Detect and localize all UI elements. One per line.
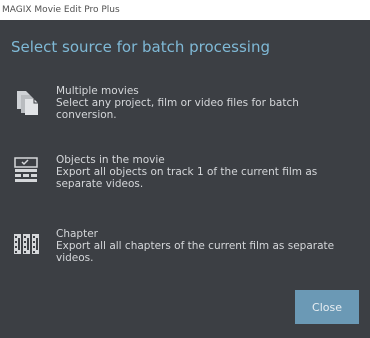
batch-source-dialog: Select source for batch processing Multi… <box>0 20 370 338</box>
option-description: Export all all chapters of the current f… <box>56 240 335 264</box>
option-objects-in-movie[interactable]: Objects in the movie Export all objects … <box>11 151 361 211</box>
multiple-files-icon <box>11 85 43 117</box>
window-title: MAGIX Movie Edit Pro Plus <box>0 0 370 20</box>
option-title: Objects in the movie <box>56 154 165 166</box>
option-title: Chapter <box>56 228 98 240</box>
objects-track-icon <box>11 154 43 186</box>
option-title: Multiple movies <box>56 85 139 97</box>
option-description: Select any project, film or video files … <box>56 97 299 121</box>
option-multiple-movies[interactable]: Multiple movies Select any project, film… <box>11 82 361 142</box>
option-chapter[interactable]: Chapter Export all all chapters of the c… <box>11 225 361 285</box>
dialog-heading: Select source for batch processing <box>11 38 270 56</box>
chapters-film-icon <box>11 228 43 260</box>
option-description: Export all objects on track 1 of the cur… <box>56 166 318 190</box>
close-button[interactable]: Close <box>295 290 359 324</box>
